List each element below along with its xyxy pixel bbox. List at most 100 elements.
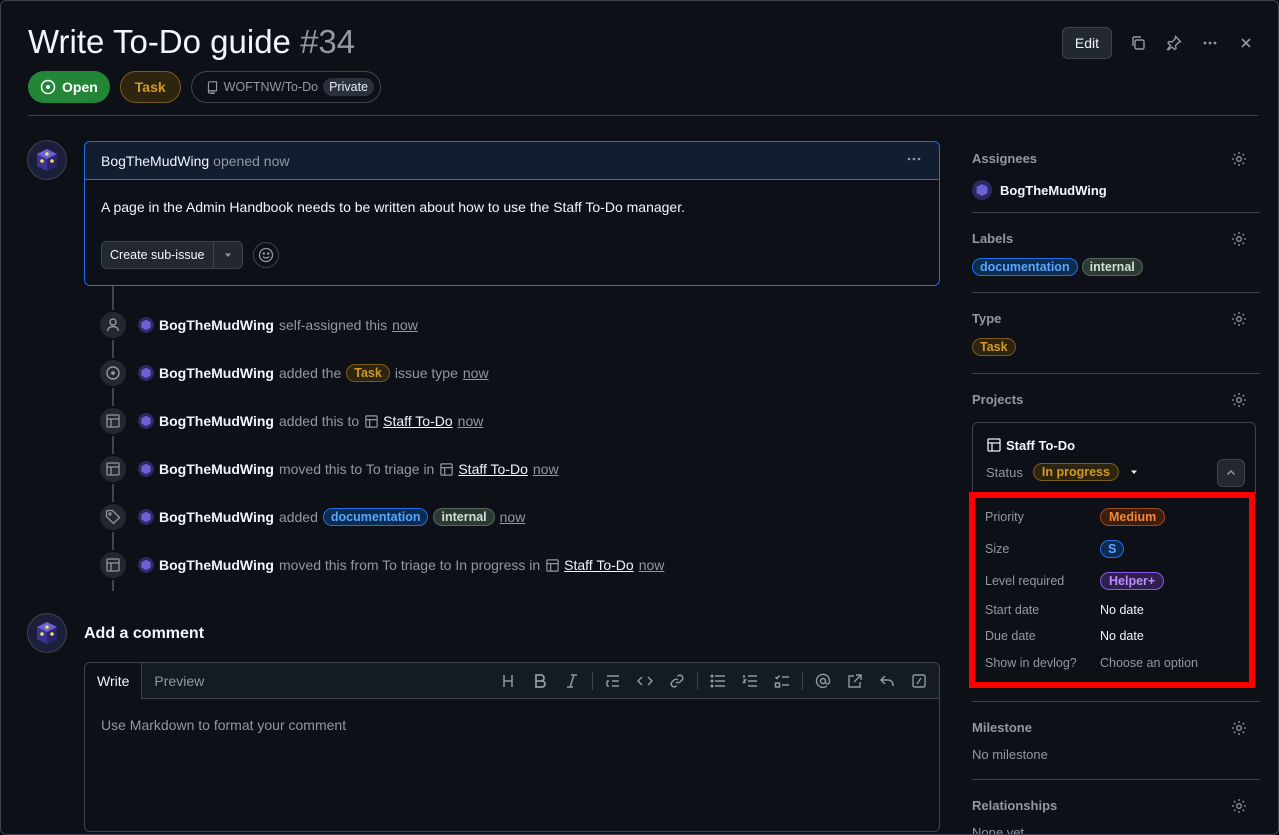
avatar[interactable] xyxy=(138,365,154,381)
project-table-icon xyxy=(440,462,454,476)
label-documentation[interactable]: documentation xyxy=(972,258,1078,276)
avatar[interactable] xyxy=(27,613,67,653)
project-status: Status In progress xyxy=(986,463,1139,481)
timeline-timestamp[interactable]: now xyxy=(500,509,526,525)
project-table-icon xyxy=(98,454,128,484)
project-link[interactable]: Staff To-Do xyxy=(439,461,528,477)
timeline-user[interactable]: BogTheMudWing xyxy=(159,413,274,429)
link-icon[interactable] xyxy=(661,667,693,695)
project-link[interactable]: Staff To-Do xyxy=(545,557,634,573)
tasklist-icon[interactable] xyxy=(766,667,798,695)
timeline-event: BogTheMudWing added documentation intern… xyxy=(98,501,525,533)
timeline-text: BogTheMudWing moved this to To triage in… xyxy=(138,461,559,477)
gear-icon[interactable] xyxy=(1231,311,1247,327)
comment-editor: Write Preview Use Markdown to format you… xyxy=(84,662,940,832)
repo-icon xyxy=(207,80,217,94)
comment-textarea[interactable]: Use Markdown to format your comment xyxy=(85,699,939,751)
timeline-user[interactable]: BogTheMudWing xyxy=(159,461,274,477)
project-field-priority[interactable]: Priority Medium xyxy=(985,508,1166,526)
timeline-timestamp[interactable]: now xyxy=(392,317,418,333)
reference-icon[interactable] xyxy=(839,667,871,695)
avatar[interactable] xyxy=(27,140,67,180)
label-internal[interactable]: internal xyxy=(1081,258,1143,276)
status-value[interactable]: In progress xyxy=(1032,463,1119,481)
italic-icon[interactable] xyxy=(556,667,588,695)
copy-icon[interactable] xyxy=(1128,33,1148,53)
markdown-toolbar xyxy=(492,663,939,698)
gear-icon[interactable] xyxy=(1231,720,1247,736)
gear-icon[interactable] xyxy=(1231,392,1247,408)
timeline-timestamp[interactable]: now xyxy=(639,557,665,573)
sidebar-divider xyxy=(972,701,1260,702)
comment-author[interactable]: BogTheMudWing xyxy=(101,153,209,169)
issue-number: #34 xyxy=(300,23,356,60)
project-table-icon xyxy=(365,414,378,428)
reply-icon[interactable] xyxy=(871,667,903,695)
avatar[interactable] xyxy=(138,317,154,333)
ordered-list-icon[interactable] xyxy=(734,667,766,695)
type-badge[interactable]: Task xyxy=(972,338,1016,356)
timeline-event: BogTheMudWing moved this from To triage … xyxy=(98,549,664,581)
project-field-level-required[interactable]: Level required Helper+ xyxy=(985,572,1165,590)
timeline-timestamp[interactable]: now xyxy=(533,461,559,477)
create-sub-issue-split-button: Create sub-issue xyxy=(101,241,243,269)
timeline-event: BogTheMudWing added the Task issue type … xyxy=(98,357,489,389)
project-name[interactable]: Staff To-Do xyxy=(986,437,1075,453)
milestone-section: Milestone No milestone xyxy=(972,720,1260,762)
project-field-due-date[interactable]: Due date No date xyxy=(985,629,1144,643)
tab-preview[interactable]: Preview xyxy=(142,663,216,698)
kebab-icon[interactable] xyxy=(1200,33,1220,53)
edit-button[interactable]: Edit xyxy=(1061,27,1112,59)
timeline-user[interactable]: BogTheMudWing xyxy=(159,557,274,573)
timeline-user[interactable]: BogTheMudWing xyxy=(159,317,274,333)
quote-icon[interactable] xyxy=(597,667,629,695)
timeline-user[interactable]: BogTheMudWing xyxy=(159,365,274,381)
project-link[interactable]: Staff To-Do xyxy=(364,413,453,429)
repo-badge[interactable]: WOFTNW/To-Do Private xyxy=(190,71,381,103)
timeline-timestamp[interactable]: now xyxy=(463,365,489,381)
avatar[interactable] xyxy=(138,557,154,573)
create-sub-issue-button[interactable]: Create sub-issue xyxy=(102,242,214,268)
gear-icon[interactable] xyxy=(1231,151,1247,167)
cube-avatar-icon xyxy=(37,149,57,171)
timeline-event: BogTheMudWing added this to Staff To-Do … xyxy=(98,405,483,437)
pin-icon[interactable] xyxy=(1164,33,1184,53)
slash-command-icon[interactable] xyxy=(903,667,935,695)
code-icon[interactable] xyxy=(629,667,661,695)
gear-icon[interactable] xyxy=(1231,798,1247,814)
avatar[interactable] xyxy=(138,461,154,477)
comment-actions: Create sub-issue xyxy=(101,241,279,269)
assignee-item[interactable]: BogTheMudWing xyxy=(972,180,1260,200)
timeline-action-post: issue type xyxy=(394,365,458,381)
avatar[interactable] xyxy=(138,413,154,429)
project-field-start-date[interactable]: Start date No date xyxy=(985,603,1144,617)
unordered-list-icon[interactable] xyxy=(702,667,734,695)
avatar[interactable] xyxy=(138,509,154,525)
timeline-user[interactable]: BogTheMudWing xyxy=(159,509,274,525)
label-documentation[interactable]: documentation xyxy=(322,508,429,526)
gear-icon[interactable] xyxy=(1231,231,1247,247)
timeline-event: BogTheMudWing moved this to To triage in… xyxy=(98,453,559,485)
sidebar-divider xyxy=(972,212,1260,213)
mention-icon[interactable] xyxy=(807,667,839,695)
close-icon[interactable] xyxy=(1236,33,1256,53)
type-badge[interactable]: Task xyxy=(119,71,181,103)
chevron-down-icon[interactable] xyxy=(214,242,242,268)
state-badge: Open xyxy=(28,71,110,103)
label-internal[interactable]: internal xyxy=(433,508,495,526)
chevron-up-icon[interactable] xyxy=(1217,459,1245,487)
issue-type-badge[interactable]: Task xyxy=(346,364,390,382)
project-field-size[interactable]: Size S xyxy=(985,540,1125,558)
emoji-reaction-icon[interactable] xyxy=(252,242,279,268)
heading-icon[interactable] xyxy=(492,667,524,695)
timeline-action: added this to xyxy=(278,413,360,429)
timeline-timestamp[interactable]: now xyxy=(458,413,484,429)
project-field-show-in-devlog[interactable]: Show in devlog? Choose an option xyxy=(985,656,1198,670)
timeline-action: moved this to To triage in xyxy=(278,461,435,477)
bold-icon[interactable] xyxy=(524,667,556,695)
field-key: Level required xyxy=(985,574,1065,588)
tab-write[interactable]: Write xyxy=(85,663,143,699)
issue-body-comment: BogTheMudWing opened now A page in the A… xyxy=(84,141,940,286)
chevron-down-icon[interactable] xyxy=(1129,467,1139,477)
comment-kebab-icon[interactable] xyxy=(905,151,923,170)
